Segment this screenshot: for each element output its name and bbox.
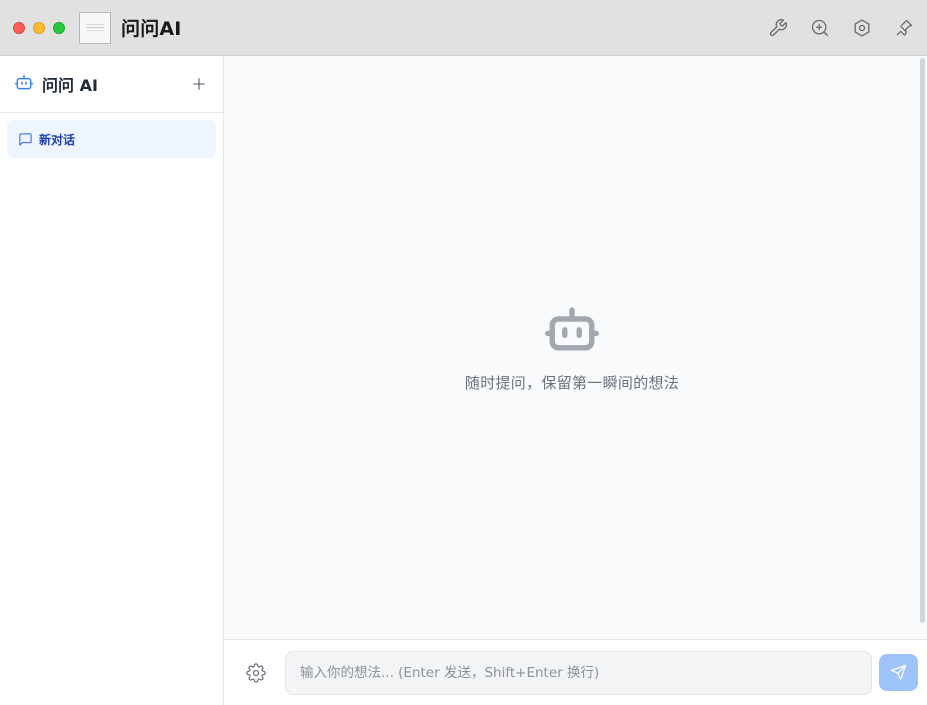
zoom-in-icon [811,19,829,36]
conversation-list: 新对话 [0,113,223,165]
new-conversation-button[interactable] [189,74,209,94]
sidebar: 问问 AI 新对话 [0,56,224,705]
bot-icon [14,72,34,96]
zoom-in-button[interactable] [809,17,831,39]
sidebar-title: 问问 AI [42,76,98,95]
settings-button[interactable] [245,662,267,684]
wrench-button[interactable] [767,17,789,39]
conversation-label: 新对话 [39,132,76,147]
app-icon [79,11,111,44]
minimize-window-button[interactable] [33,21,45,34]
close-window-button[interactable] [13,21,25,34]
hexagon-settings-icon [854,18,870,37]
send-button[interactable] [879,654,918,691]
window-controls [13,21,65,34]
bot-icon [224,304,920,356]
title-bar: 问问AI [0,0,927,56]
scrollbar[interactable] [920,58,925,623]
sidebar-header: 问问 AI [0,56,223,113]
app-window: 问问AI 问问 AI 新对话 随时提问，保留第一瞬间的想法 输入你的想法... … [0,0,927,705]
wrench-icon [769,18,787,36]
hexagon-settings-button[interactable] [851,17,873,39]
maximize-window-button[interactable] [53,21,65,34]
empty-state-text: 随时提问，保留第一瞬间的想法 [464,374,680,392]
composer [224,639,927,705]
pin-icon [896,19,913,36]
chat-area: 随时提问，保留第一瞬间的想法 [224,56,927,639]
gear-icon [246,662,266,683]
title-actions [767,17,915,39]
pin-button[interactable] [893,17,915,39]
window-title: 问问AI [121,18,182,40]
conversation-item-active[interactable]: 新对话 [7,120,216,158]
empty-state: 随时提问，保留第一瞬间的想法 [224,304,920,393]
send-icon [890,664,907,681]
plus-icon [193,78,205,90]
chat-bubble-icon [19,132,32,146]
message-input[interactable] [285,650,872,695]
